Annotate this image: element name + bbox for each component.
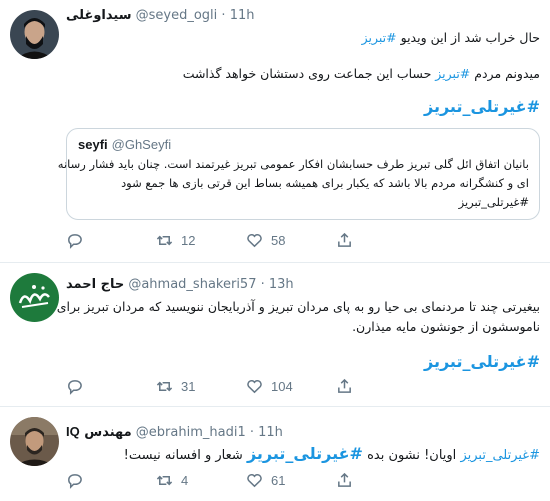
quoted-text-line: ای و کنشگرانه مردم بالا باشد که یکبار بر… bbox=[121, 176, 529, 190]
share-icon bbox=[338, 472, 351, 487]
hashtag-link[interactable]: #غیرتلی_تبریز bbox=[460, 448, 540, 463]
tweet-hashtag-line: #غیرتلی_تبریز bbox=[424, 97, 540, 116]
retweet-count: 31 bbox=[181, 378, 196, 394]
like-count: 58 bbox=[271, 232, 286, 248]
hashtag-link[interactable]: #تبریز bbox=[435, 66, 470, 81]
hashtag-link[interactable]: #غیرتلی_تبریز bbox=[424, 352, 540, 371]
tweet-header: سیداوغلی @seyed_ogli · 11h bbox=[66, 8, 254, 28]
quoted-tweet-header: seyfi @GhSeyfi bbox=[78, 137, 171, 153]
quoted-handle: @GhSeyfi bbox=[111, 137, 172, 152]
like-button[interactable]: 104 bbox=[246, 377, 293, 395]
avatar[interactable] bbox=[10, 10, 59, 59]
timestamp[interactable]: 11h bbox=[230, 8, 255, 23]
share-button[interactable] bbox=[336, 471, 353, 489]
retweet-button[interactable]: 12 bbox=[156, 231, 195, 249]
user-avatar-icon bbox=[10, 273, 59, 322]
handle-time: @ebrahim_hadi1 · 11h bbox=[135, 425, 283, 440]
like-button[interactable]: 58 bbox=[246, 231, 285, 249]
tweet-hashtag-line: #غیرتلی_تبریز bbox=[424, 352, 540, 371]
display-name[interactable]: IQ مهندس bbox=[66, 424, 132, 440]
retweet-icon bbox=[156, 381, 173, 391]
share-icon bbox=[338, 378, 351, 393]
like-button[interactable]: 61 bbox=[246, 471, 285, 489]
quoted-tweet[interactable]: seyfi @GhSeyfi بانیان اتفاق ائل گلی تبریز… bbox=[58, 128, 540, 220]
handle-time: @seyed_ogli · 11h bbox=[135, 8, 255, 23]
share-icon bbox=[338, 232, 351, 247]
reply-button[interactable] bbox=[66, 471, 91, 489]
heart-icon bbox=[247, 379, 262, 393]
reply-icon bbox=[68, 473, 82, 489]
avatar[interactable] bbox=[10, 273, 59, 322]
reply-icon bbox=[68, 233, 82, 249]
share-button[interactable] bbox=[336, 231, 353, 249]
hashtag-link[interactable]: #تبریز bbox=[362, 30, 397, 45]
retweet-icon bbox=[156, 475, 173, 485]
like-count: 61 bbox=[271, 472, 286, 488]
retweet-count: 12 bbox=[181, 232, 196, 248]
handle-time: @ahmad_shakeri57 · 13h bbox=[128, 277, 294, 292]
tweet[interactable]: حاج احمد @ahmad_shakeri57 · 13h بیغیرتی … bbox=[0, 263, 550, 406]
username-handle[interactable]: @ahmad_shakeri57 bbox=[128, 277, 256, 292]
hashtag-link[interactable]: #غیرتلی_تبریز bbox=[247, 444, 363, 463]
tweet-header: حاج احمد @ahmad_shakeri57 · 13h bbox=[66, 277, 300, 297]
retweet-icon bbox=[156, 235, 173, 245]
tweet-text-line: حال خراب شد از این ویدیو #تبریز bbox=[361, 30, 540, 45]
timestamp[interactable]: 11h bbox=[258, 425, 283, 440]
username-handle[interactable]: @ebrahim_hadi1 bbox=[136, 425, 246, 440]
tweet[interactable]: سیداوغلی @seyed_ogli · 11h حال خراب شد ا… bbox=[0, 0, 550, 262]
share-button[interactable] bbox=[336, 377, 353, 395]
quoted-text-line: بانیان اتفاق ائل گلی تبریز طرف حسابشان ا… bbox=[57, 157, 529, 171]
reply-button[interactable] bbox=[66, 231, 91, 249]
retweet-button[interactable]: 31 bbox=[156, 377, 195, 395]
tweet-text-line: ناموسشون از جونشون مایه میذارن. bbox=[352, 319, 540, 334]
tweet-text-line: #غیرتلی_تبریز اویان! نشون بده #غیرتلی_تب… bbox=[123, 444, 540, 463]
tweet[interactable]: IQ مهندس @ebrahim_hadi1 · 11h #غیرتلی_تب… bbox=[0, 407, 550, 501]
display-name[interactable]: حاج احمد bbox=[66, 277, 124, 292]
tweet-text-line: بیغیرتی چند تا مردنمای بی حیا رو به پای … bbox=[56, 299, 540, 314]
heart-icon bbox=[247, 473, 262, 487]
quoted-display-name: seyfi bbox=[78, 137, 108, 152]
username-handle[interactable]: @seyed_ogli bbox=[136, 8, 218, 23]
like-count: 104 bbox=[271, 378, 293, 394]
reply-icon bbox=[68, 379, 82, 395]
retweet-button[interactable]: 4 bbox=[156, 471, 188, 489]
tweet-actions: 4 61 bbox=[66, 471, 366, 489]
tweet-text-line: میدونم مردم #تبریز حساب این جماعت روی دس… bbox=[182, 66, 540, 81]
user-avatar-icon bbox=[10, 417, 59, 466]
tweet-actions: 12 58 bbox=[66, 231, 366, 249]
reply-button[interactable] bbox=[66, 377, 91, 395]
heart-icon bbox=[247, 233, 262, 247]
quoted-hashtag: #غیرتلی_تبریز bbox=[458, 195, 529, 209]
hashtag-link[interactable]: #غیرتلی_تبریز bbox=[424, 97, 540, 116]
avatar[interactable] bbox=[10, 417, 59, 466]
user-avatar-icon bbox=[10, 10, 59, 59]
tweet-header: IQ مهندس @ebrahim_hadi1 · 11h bbox=[66, 424, 289, 444]
timestamp[interactable]: 13h bbox=[269, 277, 294, 292]
display-name[interactable]: سیداوغلی bbox=[66, 8, 131, 23]
retweet-count: 4 bbox=[181, 472, 189, 488]
tweet-actions: 31 104 bbox=[66, 377, 366, 395]
